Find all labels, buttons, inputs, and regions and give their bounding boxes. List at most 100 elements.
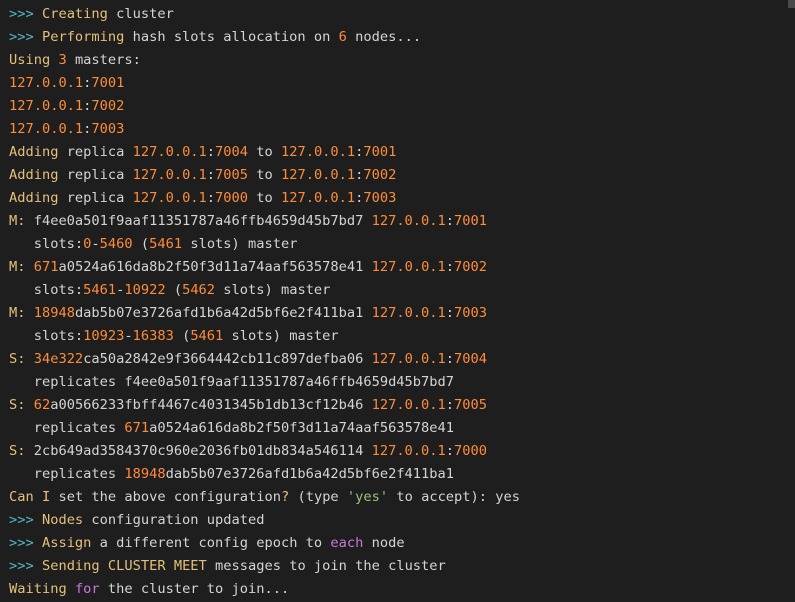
terminal-text-segment: ( [173,328,191,344]
terminal-text-segment: for [74,581,100,597]
terminal-text-segment: messages to join the cluster [206,558,446,574]
terminal-text-segment: 62 [33,397,51,413]
terminal-text-segment: 5462 [182,282,216,298]
terminal-line: M: 18948dab5b07e3726afd1b6a42d5bf6e2f411… [9,302,795,325]
terminal-text-segment: 7004 [454,351,487,367]
terminal-text-segment: hash slots allocation on [124,29,339,45]
terminal-line: slots:5461-10922 (5462 slots) master [9,279,795,302]
terminal-text-segment: : [445,213,455,229]
terminal-text-segment: 7003 [454,305,487,321]
terminal-line: S: 2cb649ad3584370c960e2036fb01db834a546… [9,440,795,463]
terminal-text-segment: slots: [9,328,84,344]
terminal-text-segment: >>> [9,29,42,45]
terminal-text-segment: 127.0.0.1 [132,144,207,160]
terminal-text-segment: 127.0.0.1 [371,443,446,459]
terminal-text-segment: 7002 [363,167,397,183]
terminal-line: 127.0.0.1:7002 [9,95,795,118]
terminal-text-segment: 127.0.0.1 [280,190,356,206]
terminal-text-segment: 18948 [33,305,75,321]
terminal-text-segment: to [248,190,281,206]
terminal-line: 127.0.0.1:7003 [9,118,795,141]
terminal-text-segment: 10922 [124,282,166,298]
terminal-text-segment: nodes... [346,29,422,45]
terminal-text-segment: ca50a2842e9f3664442cb11c897defba06 [83,351,372,367]
terminal-text-segment: 127.0.0.1 [132,190,207,206]
terminal-text-segment: f4ee0a501f9aaf11351787a46ffb4659d45b7bd7 [25,213,372,229]
terminal-text-segment: replicates f4ee0a501f9aaf11351787a46ffb4… [9,374,454,390]
terminal-text-segment: replicates [9,420,125,436]
terminal-text-segment: 7001 [454,213,487,229]
terminal-text-segment: 7005 [215,167,249,183]
terminal-line: Using 3 masters: [9,49,795,72]
terminal-text-segment: set the above configuration [50,489,281,505]
terminal-text-segment: M: [9,213,26,229]
terminal-text-segment: 7002 [454,259,488,275]
terminal-text-segment: : [206,144,216,160]
terminal-text-segment: each [330,535,364,551]
terminal-text-segment: >>> [9,6,42,22]
terminal-text-segment: 127.0.0.1 [132,167,207,183]
terminal-text-segment: Waiting [9,581,67,597]
terminal-text-segment: 5461 [149,236,183,252]
terminal-text-segment: : [445,351,455,367]
terminal-line: Adding replica 127.0.0.1:7000 to 127.0.0… [9,187,795,210]
terminal-text-segment: 7004 [215,144,249,160]
terminal-line: M: 671a0524a616da8b2f50f3d11a74aaf563578… [9,256,795,279]
terminal-text-segment: 10923 [83,328,125,344]
terminal-line: >>> Creating cluster [9,3,795,26]
terminal-line: >>> Sending CLUSTER MEET messages to joi… [9,555,795,578]
terminal-text-segment: 127.0.0.1 [371,351,446,367]
terminal-line: Waiting for the cluster to join... [9,578,795,601]
terminal-line: replicates 18948dab5b07e3726afd1b6a42d5b… [9,463,795,486]
terminal-text-segment: cluster [107,6,174,22]
terminal-text-segment: 7000 [215,190,249,206]
terminal-text-segment: slots) master [182,236,298,252]
terminal-text-segment: ( [132,236,150,252]
terminal-text-segment: 127.0.0.1 [9,121,84,137]
terminal-text-segment: replicates [9,466,125,482]
terminal-text-segment: masters: [66,52,141,68]
terminal-text-segment: 127.0.0.1 [371,213,446,229]
terminal-text-segment: 3 [58,52,67,68]
terminal-text-segment: Creating [41,6,108,22]
terminal-text-segment: Adding [9,190,59,206]
terminal-text-segment: 127.0.0.1 [371,305,446,321]
terminal-output[interactable]: >>> Creating cluster >>> Performing hash … [0,0,795,602]
terminal-text-segment: : [206,190,216,206]
terminal-text-segment: slots) master [223,328,339,344]
terminal-line: M: f4ee0a501f9aaf11351787a46ffb4659d45b7… [9,210,795,233]
terminal-text-segment: - [91,236,100,252]
terminal-text-segment: >>> [9,558,42,574]
terminal-text-segment: 7003 [91,121,125,137]
terminal-line: S: 62a00566233fbff4467c4031345b1db13cf12… [9,394,795,417]
scrollbar-thumb[interactable] [788,0,795,8]
terminal-text-segment: slots: [9,236,84,252]
terminal-text-segment: Can [9,489,34,505]
terminal-text-segment: 16383 [132,328,174,344]
terminal-text-segment: a00566233fbff4467c4031345b1db13cf12b46 [50,397,372,413]
terminal-line: Can I set the above configuration? (type… [9,486,795,509]
terminal-text-segment: a0524a616da8b2f50f3d11a74aaf563578e41 [58,259,372,275]
terminal-text-segment: 127.0.0.1 [371,397,446,413]
terminal-text-segment: Adding [9,144,59,160]
terminal-line: >>> Performing hash slots allocation on … [9,26,795,49]
terminal-text-segment: configuration updated [83,512,265,528]
terminal-text-segment: Adding [9,167,59,183]
terminal-text-segment: >>> [9,512,42,528]
terminal-text-segment: S: [9,351,26,367]
terminal-text-segment: dab5b07e3726afd1b6a42d5bf6e2f411ba1 [165,466,454,482]
terminal-text-segment: - [124,328,133,344]
terminal-text-segment: 7001 [363,144,397,160]
terminal-line: replicates 671a0524a616da8b2f50f3d11a74a… [9,417,795,440]
terminal-text-segment: : [206,167,216,183]
terminal-text-segment: ( [165,282,183,298]
terminal-line: slots:10923-16383 (5461 slots) master [9,325,795,348]
terminal-text-segment: 5461 [190,328,224,344]
terminal-text-segment: a different config epoch to [91,535,331,551]
terminal-text-segment: 7002 [91,98,125,114]
terminal-line: Adding replica 127.0.0.1:7005 to 127.0.0… [9,164,795,187]
